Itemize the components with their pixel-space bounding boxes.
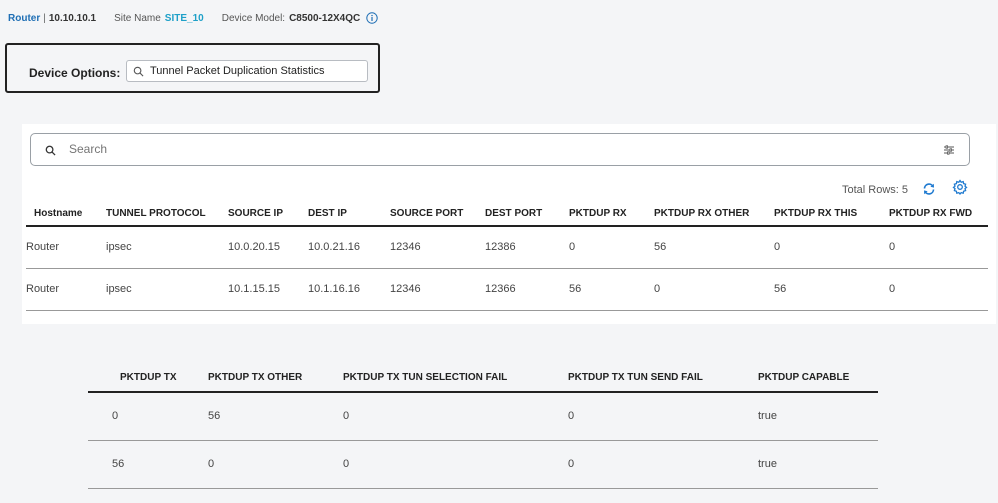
search-bar[interactable] (30, 133, 970, 166)
statistics-panel-continued: PKTDUP TX PKTDUP TX OTHER PKTDUP TX TUN … (88, 370, 888, 500)
device-options-label: Device Options: (29, 66, 121, 80)
column-header[interactable]: PKTDUP RX (569, 206, 654, 227)
column-header[interactable]: DEST IP (308, 206, 390, 227)
separator: | (43, 12, 46, 24)
column-header[interactable]: PKTDUP CAPABLE (758, 370, 878, 393)
column-header[interactable]: PKTDUP TX TUN SEND FAIL (568, 370, 758, 393)
search-input[interactable] (69, 142, 769, 156)
column-header[interactable]: SOURCE IP (228, 206, 308, 227)
table-row[interactable]: 56 0 0 0 true (88, 440, 878, 489)
cell-pktdup-capable: true (758, 440, 878, 489)
cell-pktdup-rx-other: 0 (654, 268, 774, 311)
table-header-row: Hostname TUNNEL PROTOCOL SOURCE IP DEST … (26, 206, 988, 227)
router-link[interactable]: Router (8, 13, 40, 24)
table-row[interactable]: Router ipsec 10.0.20.15 10.0.21.16 12346… (26, 226, 988, 269)
cell-tunnel-protocol: ipsec (106, 226, 228, 269)
device-options-value: Tunnel Packet Duplication Statistics (150, 65, 325, 77)
search-icon (133, 66, 144, 76)
column-header[interactable]: Hostname (26, 206, 106, 227)
cell-pktdup-tx: 56 (88, 440, 208, 489)
site-name-link[interactable]: SITE_10 (165, 13, 204, 24)
column-header[interactable]: PKTDUP RX FWD (889, 206, 988, 227)
cell-pktdup-tx: 0 (88, 392, 208, 441)
cell-source-port: 12346 (390, 268, 485, 311)
column-header[interactable]: TUNNEL PROTOCOL (106, 206, 228, 227)
cell-hostname: Router (26, 268, 106, 311)
cell-source-ip: 10.1.15.15 (228, 268, 308, 311)
cell-dest-ip: 10.0.21.16 (308, 226, 390, 269)
cell-pktdup-tx-tun-selection-fail: 0 (343, 440, 568, 489)
cell-pktdup-tx-tun-send-fail: 0 (568, 440, 758, 489)
device-model: C8500-12X4QC (289, 12, 361, 24)
cell-pktdup-rx-this: 0 (774, 226, 889, 269)
cell-pktdup-rx-fwd: 0 (889, 226, 988, 269)
device-options-panel: Device Options: Tunnel Packet Duplicatio… (5, 43, 380, 93)
stats-table-1: Hostname TUNNEL PROTOCOL SOURCE IP DEST … (26, 206, 988, 311)
cell-pktdup-tx-other: 56 (208, 392, 343, 441)
table-row[interactable]: Router ipsec 10.1.15.15 10.1.16.16 12346… (26, 268, 988, 311)
cell-pktdup-rx-this: 56 (774, 268, 889, 311)
total-rows: Total Rows: 5 (841, 184, 908, 196)
statistics-panel: Total Rows: 5 Hostname TUNNEL PROTOCOL S… (22, 124, 996, 324)
search-icon (45, 145, 56, 156)
cell-pktdup-rx: 0 (569, 226, 654, 269)
cell-tunnel-protocol: ipsec (106, 268, 228, 311)
device-info-bar: Router | 10.10.10.1 Site Name SITE_10 De… (8, 12, 378, 24)
filter-icon[interactable] (943, 144, 955, 156)
cell-hostname: Router (26, 226, 106, 269)
cell-pktdup-rx: 56 (569, 268, 654, 311)
refresh-icon[interactable] (922, 182, 936, 196)
device-ip: 10.10.10.1 (48, 12, 97, 24)
cell-dest-port: 12366 (485, 268, 569, 311)
cell-pktdup-tx-tun-selection-fail: 0 (343, 392, 568, 441)
column-header[interactable]: PKTDUP TX (88, 370, 208, 393)
column-header[interactable]: PKTDUP RX THIS (774, 206, 889, 227)
site-name-label: Site Name (114, 12, 161, 24)
cell-dest-ip: 10.1.16.16 (308, 268, 390, 311)
info-icon[interactable] (366, 12, 378, 24)
table-header-row: PKTDUP TX PKTDUP TX OTHER PKTDUP TX TUN … (88, 370, 878, 393)
column-header[interactable]: PKTDUP RX OTHER (654, 206, 774, 227)
cell-source-ip: 10.0.20.15 (228, 226, 308, 269)
device-options-select[interactable]: Tunnel Packet Duplication Statistics (126, 60, 368, 82)
device-model-label: Device Model: (221, 12, 286, 24)
column-header[interactable]: SOURCE PORT (390, 206, 485, 227)
column-header[interactable]: DEST PORT (485, 206, 569, 227)
gear-icon[interactable] (952, 179, 968, 195)
cell-source-port: 12346 (390, 226, 485, 269)
cell-pktdup-rx-other: 56 (654, 226, 774, 269)
column-header[interactable]: PKTDUP TX OTHER (208, 370, 343, 393)
column-header[interactable]: PKTDUP TX TUN SELECTION FAIL (343, 370, 568, 393)
stats-table-2: PKTDUP TX PKTDUP TX OTHER PKTDUP TX TUN … (88, 370, 878, 489)
cell-pktdup-tx-tun-send-fail: 0 (568, 392, 758, 441)
cell-pktdup-capable: true (758, 392, 878, 441)
cell-pktdup-tx-other: 0 (208, 440, 343, 489)
cell-pktdup-rx-fwd: 0 (889, 268, 988, 311)
table-row[interactable]: 0 56 0 0 true (88, 392, 878, 441)
cell-dest-port: 12386 (485, 226, 569, 269)
